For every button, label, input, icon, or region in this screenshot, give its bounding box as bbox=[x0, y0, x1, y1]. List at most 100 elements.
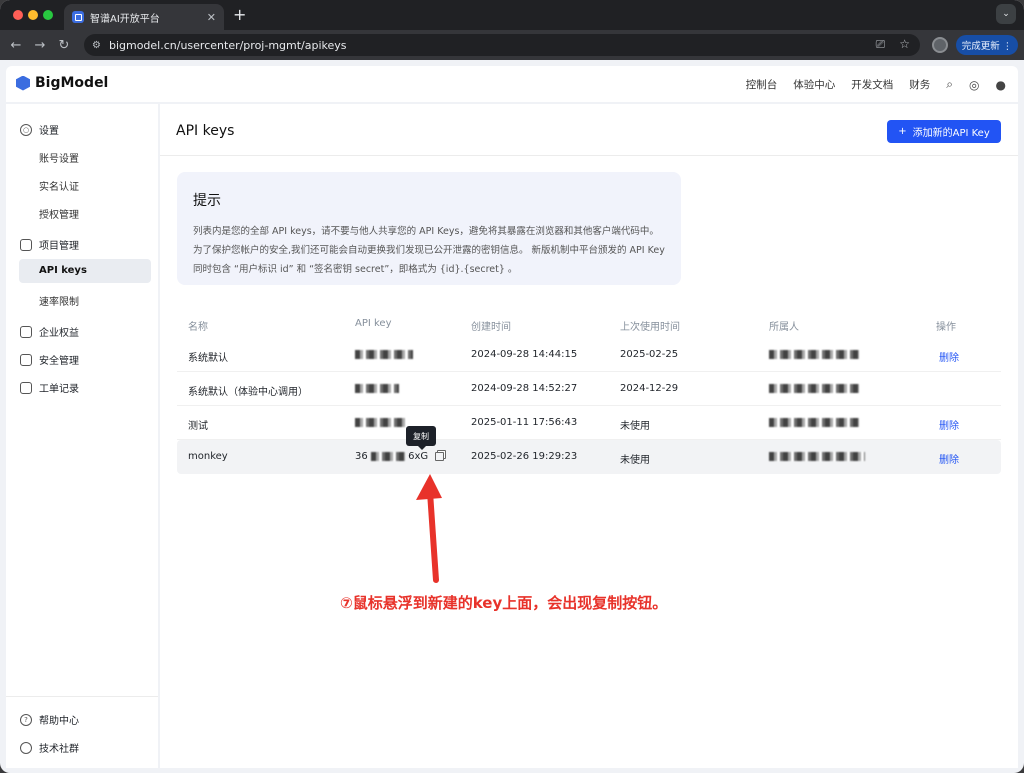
site-info-icon[interactable]: ⚙ bbox=[92, 40, 101, 51]
table-header: 名称 API key 创建时间 上次使用时间 所属人 操作 bbox=[177, 310, 1001, 338]
sidebar-group-project[interactable]: 项目管理 bbox=[20, 237, 79, 252]
hint-box: 提示 列表内是您的全部 API keys，请不要与他人共享您的 API Keys… bbox=[177, 172, 681, 285]
folder-icon bbox=[20, 238, 32, 251]
logo-text: BigModel bbox=[35, 75, 109, 91]
settings-icon: ○ bbox=[20, 123, 32, 136]
tab-strip: 智谱AI开放平台 ✕ + ⌄ bbox=[0, 0, 1024, 30]
sidebar-item-auth[interactable]: 授权管理 bbox=[39, 206, 79, 221]
sidebar-item-account[interactable]: 账号设置 bbox=[39, 150, 79, 165]
hint-body: 列表内是您的全部 API keys，请不要与他人共享您的 API Keys，避免… bbox=[193, 226, 665, 275]
sidebar-group-tickets[interactable]: 工单记录 bbox=[20, 380, 79, 395]
header-divider bbox=[160, 155, 1018, 156]
page-title: API keys bbox=[176, 123, 235, 139]
help-icon: ? bbox=[20, 713, 32, 726]
globe-icon[interactable]: ◎ bbox=[969, 78, 979, 92]
table-row-hovered: monkey 36 6xG 2025-02-26 19:29:23 未使用 删除 bbox=[177, 440, 1001, 474]
row-last-used: 未使用 bbox=[620, 421, 650, 432]
browser-toolbar: ← → ↻ ⚙ bigmodel.cn/usercenter/proj-mgmt… bbox=[0, 30, 1024, 60]
sidebar-item-apikeys[interactable]: API keys bbox=[19, 259, 151, 283]
update-button[interactable]: 完成更新 ⋮ bbox=[956, 35, 1018, 55]
sidebar-group-enterprise[interactable]: 企业权益 bbox=[20, 324, 79, 339]
copy-tooltip: 复制 bbox=[406, 426, 436, 450]
sidebar-item-verify[interactable]: 实名认证 bbox=[39, 178, 79, 193]
ticket-icon bbox=[20, 381, 32, 394]
back-icon[interactable]: ← bbox=[4, 38, 28, 53]
col-action: 操作 bbox=[936, 322, 956, 333]
api-key-value: 36 6xG bbox=[355, 451, 445, 462]
nav-finance[interactable]: 财务 bbox=[909, 77, 930, 92]
plus-icon: + bbox=[898, 126, 907, 137]
browser-tab[interactable]: 智谱AI开放平台 ✕ bbox=[64, 4, 224, 30]
delete-button[interactable]: 删除 bbox=[939, 451, 959, 466]
table-row: 系统默认 2024-09-28 14:44:15 2025-02-25 删除 bbox=[177, 338, 1001, 372]
api-key-value bbox=[355, 349, 413, 360]
row-owner bbox=[769, 451, 865, 462]
profile-avatar[interactable] bbox=[932, 37, 948, 53]
reload-icon[interactable]: ↻ bbox=[52, 38, 76, 53]
tab-search-button[interactable]: ⌄ bbox=[996, 4, 1016, 24]
sidebar-help[interactable]: ? 帮助中心 bbox=[20, 712, 79, 727]
bookmark-star-icon[interactable]: ☆ bbox=[899, 37, 910, 52]
close-window-button[interactable] bbox=[13, 10, 23, 20]
row-name: 系统默认（体验中心调用） bbox=[188, 387, 308, 398]
url-text: bigmodel.cn/usercenter/proj-mgmt/apikeys bbox=[108, 38, 347, 52]
col-created: 创建时间 bbox=[471, 322, 511, 333]
row-owner bbox=[769, 383, 859, 394]
row-created: 2024-09-28 14:52:27 bbox=[471, 383, 578, 394]
building-icon bbox=[20, 325, 32, 338]
nav-experience[interactable]: 体验中心 bbox=[793, 77, 835, 92]
row-name: monkey bbox=[188, 451, 228, 462]
row-name: 测试 bbox=[188, 421, 208, 432]
delete-button[interactable]: 删除 bbox=[939, 349, 959, 364]
search-person-icon[interactable]: ⌕ bbox=[946, 77, 953, 92]
lock-icon bbox=[20, 353, 32, 366]
row-owner bbox=[769, 417, 859, 428]
cast-icon[interactable]: ⎚ bbox=[876, 37, 886, 52]
row-name: 系统默认 bbox=[188, 353, 228, 364]
api-keys-table: 名称 API key 创建时间 上次使用时间 所属人 操作 系统默认 2024-… bbox=[177, 310, 1001, 474]
hint-title: 提示 bbox=[193, 193, 221, 209]
col-owner: 所属人 bbox=[769, 322, 799, 333]
table-row: 测试 2025-01-11 17:56:43 未使用 删除 bbox=[177, 406, 1001, 440]
add-api-key-button[interactable]: + 添加新的API Key bbox=[887, 120, 1001, 143]
row-created: 2024-09-28 14:44:15 bbox=[471, 349, 578, 360]
sidebar-group-security[interactable]: 安全管理 bbox=[20, 352, 79, 367]
nav-docs[interactable]: 开发文档 bbox=[851, 77, 893, 92]
row-created: 2025-02-26 19:29:23 bbox=[471, 451, 578, 462]
tab-title: 智谱AI开放平台 bbox=[90, 13, 160, 25]
tab-close-icon[interactable]: ✕ bbox=[207, 11, 216, 24]
sidebar: ○ 设置 账号设置 实名认证 授权管理 项目管理 API keys 速率限制 企… bbox=[6, 104, 158, 768]
app-header: BigModel 控制台 体验中心 开发文档 财务 ⌕ ◎ ● bbox=[6, 66, 1018, 102]
logo-icon bbox=[16, 75, 30, 91]
col-key: API key bbox=[355, 318, 392, 329]
main-content: API keys + 添加新的API Key 提示 列表内是您的全部 API k… bbox=[160, 104, 1018, 768]
row-last-used: 2025-02-25 bbox=[620, 349, 679, 360]
row-last-used: 未使用 bbox=[620, 455, 650, 466]
annotation-arrow-icon bbox=[416, 474, 442, 583]
sidebar-item-ratelimit[interactable]: 速率限制 bbox=[39, 293, 79, 308]
address-bar[interactable]: ⚙ bigmodel.cn/usercenter/proj-mgmt/apike… bbox=[84, 34, 920, 56]
new-tab-button[interactable]: + bbox=[233, 5, 246, 24]
top-nav: 控制台 体验中心 开发文档 财务 ⌕ ◎ ● bbox=[746, 77, 1006, 92]
api-key-value bbox=[355, 383, 399, 394]
sidebar-community[interactable]: 技术社群 bbox=[20, 740, 79, 755]
community-icon bbox=[20, 741, 32, 754]
row-owner bbox=[769, 349, 859, 360]
table-row: 系统默认（体验中心调用） 2024-09-28 14:52:27 2024-12… bbox=[177, 372, 1001, 406]
user-icon[interactable]: ● bbox=[996, 78, 1006, 92]
nav-console[interactable]: 控制台 bbox=[746, 77, 778, 92]
forward-icon[interactable]: → bbox=[28, 38, 52, 53]
sidebar-group-settings[interactable]: ○ 设置 bbox=[20, 122, 59, 137]
maximize-window-button[interactable] bbox=[43, 10, 53, 20]
minimize-window-button[interactable] bbox=[28, 10, 38, 20]
sidebar-divider bbox=[6, 696, 158, 697]
copy-icon[interactable] bbox=[435, 451, 445, 461]
api-key-value bbox=[355, 417, 405, 428]
browser-window: 智谱AI开放平台 ✕ + ⌄ ← → ↻ ⚙ bigmodel.cn/userc… bbox=[0, 0, 1024, 773]
logo[interactable]: BigModel bbox=[16, 75, 108, 91]
row-last-used: 2024-12-29 bbox=[620, 383, 679, 394]
delete-button[interactable]: 删除 bbox=[939, 417, 959, 432]
col-name: 名称 bbox=[188, 322, 208, 333]
annotation-text: ⑦鼠标悬浮到新建的key上面，会出现复制按钮。 bbox=[340, 594, 668, 612]
row-created: 2025-01-11 17:56:43 bbox=[471, 417, 578, 428]
